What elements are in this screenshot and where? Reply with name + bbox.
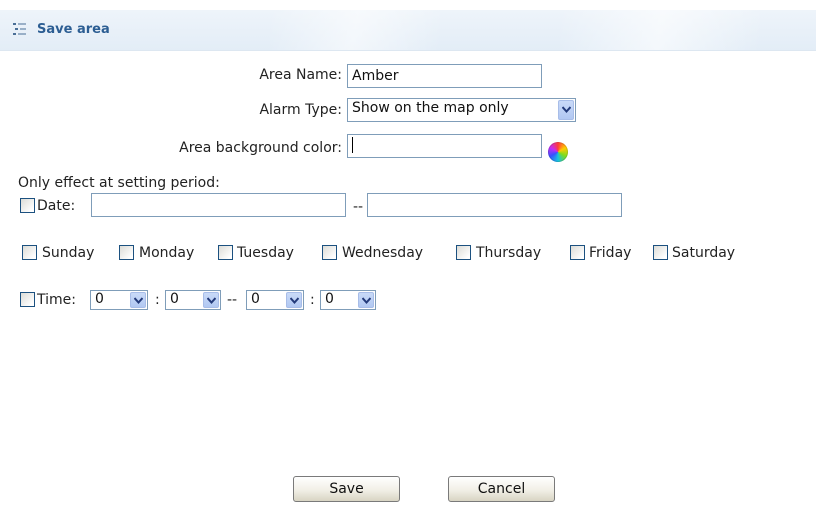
cancel-button[interactable]: Cancel (448, 476, 555, 502)
date-range-separator: -- (353, 199, 364, 215)
sunday-checkbox[interactable] (22, 245, 37, 260)
time-label: Time: (37, 292, 76, 308)
monday-label: Monday (139, 245, 195, 261)
area-name-label: Area Name: (259, 67, 342, 83)
wednesday-checkbox[interactable] (322, 245, 337, 260)
time-range-separator: -- (227, 292, 238, 308)
monday-checkbox[interactable] (119, 245, 134, 260)
start-minute-value: 0 (170, 291, 179, 307)
saturday-label: Saturday (672, 245, 736, 261)
dropdown-arrow-icon[interactable] (358, 292, 374, 308)
bg-color-input[interactable] (347, 134, 542, 158)
header-sheen (560, 10, 760, 50)
tuesday-label: Tuesday (237, 245, 294, 261)
color-wheel-icon[interactable] (548, 142, 568, 162)
dropdown-arrow-icon[interactable] (203, 292, 219, 308)
start-hour-value: 0 (95, 291, 104, 307)
saturday-checkbox[interactable] (653, 245, 668, 260)
dropdown-arrow-icon[interactable] (558, 100, 574, 120)
panel-title: Save area (37, 22, 110, 37)
date-from-input[interactable] (91, 193, 346, 217)
time-colon: : (310, 292, 315, 308)
start-minute-select[interactable]: 0 (165, 290, 221, 310)
date-to-input[interactable] (367, 193, 622, 217)
panel-header: Save area (0, 10, 816, 51)
date-label: Date: (37, 198, 76, 214)
header-sheen (270, 10, 440, 50)
thursday-label: Thursday (476, 245, 542, 261)
start-hour-select[interactable]: 0 (90, 290, 148, 310)
period-label: Only effect at setting period: (18, 175, 220, 191)
end-minute-select[interactable]: 0 (320, 290, 376, 310)
friday-checkbox[interactable] (570, 245, 585, 260)
time-colon: : (155, 292, 160, 308)
save-button[interactable]: Save (293, 476, 400, 502)
tuesday-checkbox[interactable] (218, 245, 233, 260)
dropdown-arrow-icon[interactable] (130, 292, 146, 308)
time-checkbox[interactable] (20, 292, 35, 307)
friday-label: Friday (589, 245, 632, 261)
end-hour-select[interactable]: 0 (246, 290, 304, 310)
thursday-checkbox[interactable] (456, 245, 471, 260)
end-minute-value: 0 (325, 291, 334, 307)
list-icon (13, 23, 26, 35)
alarm-type-value: Show on the map only (352, 100, 509, 116)
area-name-input[interactable] (347, 64, 542, 88)
alarm-type-select[interactable]: Show on the map only (347, 98, 576, 122)
wednesday-label: Wednesday (342, 245, 424, 261)
date-checkbox[interactable] (20, 198, 35, 213)
text-caret (352, 137, 353, 153)
bg-color-label: Area background color: (179, 140, 342, 156)
alarm-type-label: Alarm Type: (259, 102, 342, 118)
sunday-label: Sunday (42, 245, 95, 261)
end-hour-value: 0 (251, 291, 260, 307)
dropdown-arrow-icon[interactable] (286, 292, 302, 308)
